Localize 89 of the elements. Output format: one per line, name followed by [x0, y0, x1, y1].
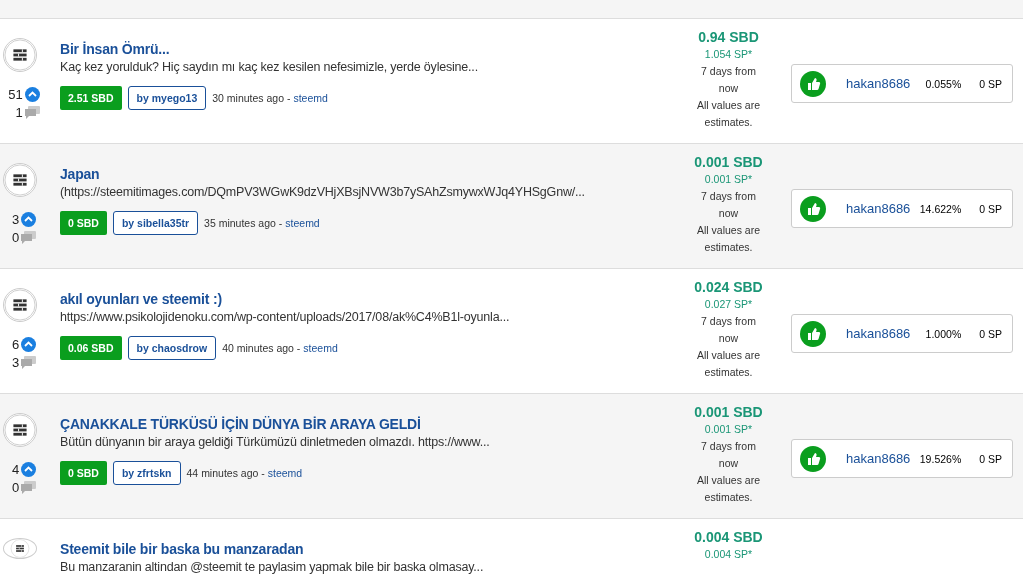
post-format-icon	[3, 413, 37, 447]
upvote-icon[interactable]	[21, 337, 37, 352]
vote-percent: 14.622%	[919, 202, 962, 215]
vote-count: 51	[8, 87, 23, 102]
post-time: 44 minutes ago -	[186, 467, 265, 479]
payout-note: estimates.	[704, 366, 753, 378]
comment-count: 3	[11, 355, 20, 370]
voter-name[interactable]: hakan8686	[846, 326, 926, 341]
source-link[interactable]: steemd	[303, 342, 338, 354]
source-link[interactable]: steemd	[267, 467, 303, 479]
author-button[interactable]: by sibella35tr	[112, 211, 199, 235]
comment-count: 0	[11, 480, 20, 495]
vote-count: 4	[11, 462, 20, 477]
comment-count: 1	[15, 105, 23, 120]
author-button[interactable]: by zfrtskn	[112, 461, 181, 485]
vote-count: 3	[11, 212, 20, 227]
payout-value: 0.94 SBD	[698, 29, 759, 45]
sp-value: 0.004 SP*	[704, 548, 753, 560]
payout-note: estimates.	[704, 491, 753, 503]
upvote-icon[interactable]	[21, 212, 37, 227]
comment-icon[interactable]	[24, 106, 40, 119]
comment-icon[interactable]	[21, 231, 37, 244]
payout-badge: 0 SBD	[60, 211, 107, 235]
vote-percent: 0.055%	[925, 77, 962, 90]
voter-name[interactable]: hakan8686	[846, 201, 920, 216]
comment-icon[interactable]	[21, 356, 37, 369]
comment-count: 0	[11, 230, 20, 245]
payout-note: All values are	[697, 99, 760, 111]
author-button[interactable]: by myego13	[127, 86, 207, 110]
post-time: 35 minutes ago -	[204, 217, 283, 229]
post-excerpt: Bütün dünyanın bir araya geldiği Türkümüzü dinletmeden olmazdı. https://www...	[60, 435, 491, 449]
sp-value: 0.027 SP*	[704, 298, 753, 310]
thumbs-up-icon[interactable]	[800, 445, 826, 472]
payout-note: now	[718, 457, 739, 469]
payout-note: 7 days from	[701, 65, 756, 77]
thumbs-up-icon[interactable]	[800, 70, 826, 97]
post-format-icon	[3, 288, 37, 322]
voter-sp: 0 SP	[979, 452, 1002, 465]
vote-percent: 1.000%	[925, 327, 962, 340]
thumbs-up-icon[interactable]	[800, 320, 826, 347]
payout-note: estimates.	[704, 116, 753, 128]
vote-count: 6	[11, 337, 20, 352]
post-format-icon	[3, 538, 37, 559]
comment-icon[interactable]	[21, 481, 37, 494]
vote-percent: 19.526%	[919, 452, 962, 465]
payout-badge: 0.06 SBD	[60, 336, 122, 360]
post-excerpt: https://www.psikolojidenoku.com/wp-content/uploads/2017/08/ak%C4%B1l-oyunla...	[60, 310, 511, 324]
payout-note: estimates.	[704, 241, 753, 253]
payout-note: now	[718, 82, 739, 94]
payout-note: 7 days from	[701, 440, 756, 452]
source-link[interactable]: steemd	[293, 92, 328, 104]
voter-sp: 0 SP	[979, 77, 1002, 90]
post-title[interactable]: Steemit bile bir baska bu manzaradan	[60, 541, 666, 557]
sp-value: 0.001 SP*	[704, 423, 753, 435]
payout-badge: 0 SBD	[60, 461, 107, 485]
payout-note: All values are	[697, 224, 760, 236]
post-excerpt: (https://steemitimages.com/DQmPV3WGwK9dzVHjXBsjNVW3b7ySAhZsmywxWJq4YHSgGnw/...	[60, 185, 586, 199]
post-title[interactable]: Japan	[60, 166, 666, 182]
sp-value: 1.054 SP*	[704, 48, 753, 60]
post-format-icon	[3, 38, 37, 72]
voter-name[interactable]: hakan8686	[846, 76, 926, 91]
voter-sp: 0 SP	[979, 202, 1002, 215]
voter-name[interactable]: hakan8686	[846, 451, 920, 466]
payout-note: 7 days from	[701, 190, 756, 202]
payout-badge: 2.51 SBD	[60, 86, 122, 110]
post-title[interactable]: ÇANAKKALE TÜRKÜSÜ İÇİN DÜNYA BİR ARAYA GELDİ	[60, 416, 666, 432]
author-button[interactable]: by chaosdrow	[127, 336, 217, 360]
sp-value: 0.001 SP*	[704, 173, 753, 185]
payout-value: 0.001 SBD	[694, 154, 763, 170]
payout-value: 0.001 SBD	[694, 404, 763, 420]
post-excerpt: Bu manzaranin altindan @steemit te paylasim yapmak bile bir baska olmasay...	[60, 560, 485, 574]
voter-sp: 0 SP	[979, 327, 1002, 340]
post-title[interactable]: akıl oyunları ve steemit :)	[60, 291, 666, 307]
post-time: 30 minutes ago -	[212, 92, 291, 104]
payout-value: 0.024 SBD	[694, 279, 763, 295]
post-time: 40 minutes ago -	[222, 342, 301, 354]
payout-note: All values are	[697, 474, 760, 486]
payout-value: 0.004 SBD	[694, 529, 763, 545]
payout-note: now	[718, 332, 739, 344]
upvote-icon[interactable]	[24, 87, 40, 102]
upvote-icon[interactable]	[21, 462, 37, 477]
payout-note: now	[718, 207, 739, 219]
payout-note: All values are	[697, 349, 760, 361]
thumbs-up-icon[interactable]	[800, 195, 826, 222]
post-format-icon	[3, 163, 37, 197]
source-link[interactable]: steemd	[285, 217, 320, 229]
post-title[interactable]: Bir İnsan Ömrü...	[60, 41, 666, 57]
payout-note: 7 days from	[701, 315, 756, 327]
post-excerpt: Kaç kez yorulduk? Hiç saydın mı kaç kez kesilen nefesimizle, yerde öylesine...	[60, 60, 479, 74]
